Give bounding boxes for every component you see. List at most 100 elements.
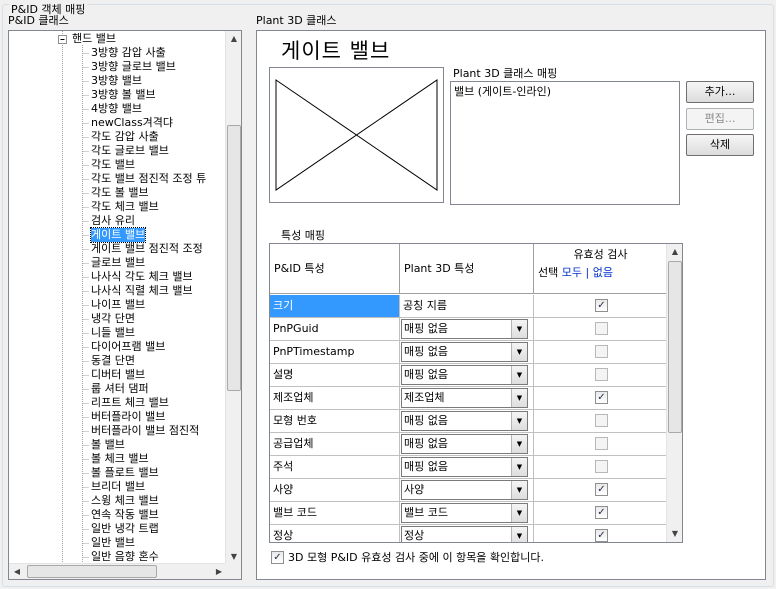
property-mapping-grid[interactable]: P&ID 특성 Plant 3D 특성 유효성 검사 선택 모두 | 없음 크기… bbox=[269, 243, 683, 543]
dropdown-arrow-icon[interactable]: ▼ bbox=[511, 504, 527, 522]
tree-node[interactable]: 리프트 체크 밸브 bbox=[91, 396, 169, 410]
tree-node[interactable]: 나사식 직렬 체크 밸브 bbox=[91, 284, 193, 298]
plant-property-cell[interactable]: 매핑 없음 ▼ bbox=[400, 456, 534, 478]
property-row[interactable]: 정상 정상 ▼ ✓ bbox=[270, 525, 668, 542]
delete-button[interactable]: 삭제 bbox=[686, 134, 754, 156]
plant-property-cell[interactable]: 정상 ▼ bbox=[400, 525, 534, 542]
tree-node[interactable]: 4방향 밸브 bbox=[91, 102, 142, 116]
tree-node[interactable]: 연속 작동 밸브 bbox=[91, 508, 159, 522]
plant-property-cell[interactable]: 공칭 지름 bbox=[400, 295, 534, 317]
tree-node[interactable]: 각도 밸브 bbox=[91, 158, 135, 172]
tree-node[interactable]: 스윙 체크 밸브 bbox=[91, 494, 159, 508]
validation-checkbox[interactable] bbox=[595, 368, 608, 381]
validation-checkbox[interactable]: ✓ bbox=[595, 299, 608, 312]
grid-scroll-thumb[interactable] bbox=[668, 261, 682, 433]
tree-node[interactable]: 각도 감압 사출 bbox=[91, 130, 159, 144]
plant-property-dropdown[interactable]: 매핑 없음 ▼ bbox=[401, 365, 528, 385]
tree-node[interactable]: 3방향 글로브 밸브 bbox=[91, 60, 176, 74]
tree-node[interactable]: 냉각 단면 bbox=[91, 312, 135, 326]
tree-node[interactable]: 각도 체크 밸브 bbox=[91, 200, 159, 214]
plant-property-cell[interactable]: 매핑 없음 ▼ bbox=[400, 410, 534, 432]
validation-checkbox[interactable] bbox=[595, 460, 608, 473]
tree-node[interactable]: 볼 플로트 밸브 bbox=[91, 466, 159, 480]
grid-scroll-down-icon[interactable]: ▼ bbox=[667, 526, 682, 542]
validate-in-3d-checkbox[interactable]: ✓ bbox=[271, 550, 284, 564]
class-mapping-list[interactable]: 밸브 (게이트-인라인) bbox=[450, 81, 680, 205]
plant-property-dropdown[interactable]: 사양 ▼ bbox=[401, 480, 528, 500]
tree-node[interactable]: 동결 단면 bbox=[91, 354, 135, 368]
tree-node[interactable]: 니들 밸브 bbox=[91, 326, 135, 340]
plant-property-dropdown[interactable]: 매핑 없음 ▼ bbox=[401, 342, 528, 362]
dropdown-arrow-icon[interactable]: ▼ bbox=[511, 527, 527, 542]
scroll-up-icon[interactable]: ▲ bbox=[226, 31, 241, 47]
plant-property-cell[interactable]: 제조업체 ▼ bbox=[400, 387, 534, 409]
property-row[interactable]: 모형 번호 매핑 없음 ▼ bbox=[270, 410, 668, 433]
dropdown-arrow-icon[interactable]: ▼ bbox=[511, 389, 527, 407]
scroll-thumb[interactable] bbox=[227, 125, 241, 391]
pid-property-cell[interactable]: 주석 bbox=[270, 456, 400, 478]
tree-node[interactable]: 볼 체크 밸브 bbox=[91, 452, 149, 466]
pid-property-cell[interactable]: 설명 bbox=[270, 364, 400, 386]
tree-node[interactable]: 브리더 밸브 bbox=[91, 480, 145, 494]
dropdown-arrow-icon[interactable]: ▼ bbox=[511, 481, 527, 499]
pid-property-cell[interactable]: PnPTimestamp bbox=[270, 341, 400, 363]
validation-checkbox[interactable] bbox=[595, 322, 608, 335]
validation-checkbox[interactable] bbox=[595, 345, 608, 358]
edit-button[interactable]: 편집... bbox=[686, 108, 754, 130]
dropdown-arrow-icon[interactable]: ▼ bbox=[511, 412, 527, 430]
validation-checkbox[interactable] bbox=[595, 414, 608, 427]
property-row[interactable]: 설명 매핑 없음 ▼ bbox=[270, 364, 668, 387]
tree-collapse-icon[interactable] bbox=[58, 35, 67, 44]
tree-node[interactable]: 나사식 각도 체크 밸브 bbox=[91, 270, 193, 284]
tree-node[interactable]: 게이트 밸브 점진적 조정 bbox=[91, 242, 203, 256]
property-row[interactable]: 크기 공칭 지름 ✓ bbox=[270, 295, 668, 318]
select-none-link[interactable]: 없음 bbox=[593, 266, 613, 279]
plant-property-dropdown[interactable]: 매핑 없음 ▼ bbox=[401, 319, 528, 339]
dropdown-arrow-icon[interactable]: ▼ bbox=[511, 343, 527, 361]
tree-node[interactable]: 룹 셔터 댐퍼 bbox=[91, 382, 149, 396]
tree-node[interactable]: 일반 음향 혼수 bbox=[91, 550, 159, 564]
pid-property-cell[interactable]: 공급업체 bbox=[270, 433, 400, 455]
tree-node[interactable]: 볼 밸브 bbox=[91, 438, 125, 452]
tree-node[interactable]: 3방향 감압 사출 bbox=[91, 46, 166, 60]
tree-node[interactable]: newClass겨격댜 bbox=[91, 116, 173, 130]
property-row[interactable]: 사양 사양 ▼ ✓ bbox=[270, 479, 668, 502]
plant-property-dropdown[interactable]: 밸브 코드 ▼ bbox=[401, 503, 528, 523]
property-row[interactable]: 공급업체 매핑 없음 ▼ bbox=[270, 433, 668, 456]
tree-node[interactable]: 각도 볼 밸브 bbox=[91, 186, 149, 200]
tree-vertical-scrollbar[interactable]: ▲ ▼ bbox=[225, 31, 241, 565]
scroll-left-icon[interactable]: ◀ bbox=[9, 564, 25, 579]
tree-node[interactable]: 3방향 볼 밸브 bbox=[91, 88, 156, 102]
pid-class-tree[interactable]: 핸드 밸브 3방향 감압 사출 3방향 글로브 밸브 3방향 밸브 3방향 볼 밸브 4… bbox=[8, 30, 242, 580]
validation-checkbox[interactable]: ✓ bbox=[595, 483, 608, 496]
property-row[interactable]: PnPTimestamp 매핑 없음 ▼ bbox=[270, 341, 668, 364]
dropdown-arrow-icon[interactable]: ▼ bbox=[511, 366, 527, 384]
plant-property-dropdown[interactable]: 정상 ▼ bbox=[401, 526, 528, 542]
validation-checkbox[interactable]: ✓ bbox=[595, 391, 608, 404]
pid-property-cell[interactable]: PnPGuid bbox=[270, 318, 400, 340]
plant-property-cell[interactable]: 매핑 없음 ▼ bbox=[400, 341, 534, 363]
plant-property-dropdown[interactable]: 제조업체 ▼ bbox=[401, 388, 528, 408]
plant-property-cell[interactable]: 매핑 없음 ▼ bbox=[400, 364, 534, 386]
tree-node[interactable]: 각도 밸브 점진적 조정 튜 bbox=[91, 172, 206, 186]
pid-property-cell[interactable]: 사양 bbox=[270, 479, 400, 501]
tree-node[interactable]: 검사 유리 bbox=[91, 214, 135, 228]
tree-node[interactable]: 3방향 밸브 bbox=[91, 74, 142, 88]
validate-in-3d-option[interactable]: ✓ 3D 모형 P&ID 유효성 검사 중에 이 항목을 확인합니다. bbox=[271, 549, 544, 565]
tree-node[interactable]: 게이트 밸브 bbox=[89, 227, 147, 243]
validation-checkbox[interactable]: ✓ bbox=[595, 506, 608, 519]
class-mapping-item[interactable]: 밸브 (게이트-인라인) bbox=[454, 83, 676, 99]
tree-horizontal-scrollbar[interactable]: ◀ ▶ bbox=[9, 563, 227, 579]
plant-property-dropdown[interactable]: 매핑 없음 ▼ bbox=[401, 411, 528, 431]
pid-property-cell[interactable]: 크기 bbox=[270, 295, 400, 317]
plant-property-cell[interactable]: 사양 ▼ bbox=[400, 479, 534, 501]
dropdown-arrow-icon[interactable]: ▼ bbox=[511, 435, 527, 453]
add-button[interactable]: 추가... bbox=[686, 81, 754, 103]
tree-node[interactable]: 나이프 밸브 bbox=[91, 298, 145, 312]
tree-node[interactable]: 글로브 밸브 bbox=[91, 256, 145, 270]
pid-property-cell[interactable]: 밸브 코드 bbox=[270, 502, 400, 524]
plant-property-dropdown[interactable]: 매핑 없음 ▼ bbox=[401, 434, 528, 454]
plant-property-dropdown[interactable]: 매핑 없음 ▼ bbox=[401, 457, 528, 477]
pid-property-cell[interactable]: 모형 번호 bbox=[270, 410, 400, 432]
tree-node[interactable]: 일반 밸브 bbox=[91, 536, 135, 550]
